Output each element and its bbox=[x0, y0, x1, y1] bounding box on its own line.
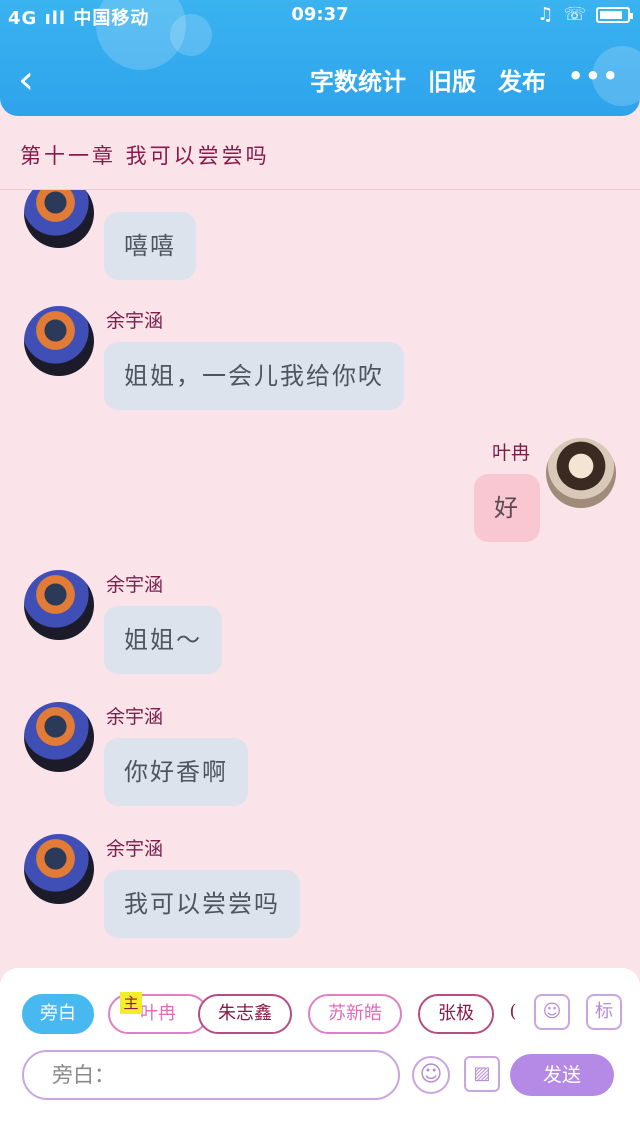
chapter-header: 第十一章 我可以尝尝吗 bbox=[0, 116, 640, 190]
emoji-icon[interactable]: ☺ bbox=[412, 1056, 450, 1094]
chapter-title[interactable]: 第十一章 我可以尝尝吗 bbox=[20, 140, 270, 170]
sender-name: 叶冉 bbox=[492, 442, 531, 464]
role-chip-zhang-ji[interactable]: 张极 bbox=[418, 994, 494, 1034]
back-icon[interactable]: ‹ bbox=[18, 60, 54, 100]
message: 嘻嘻 bbox=[0, 190, 640, 290]
avatar[interactable] bbox=[24, 702, 94, 772]
status-bar: 4G ıll 中国移动 09:37 ♫ ☏ bbox=[0, 0, 640, 32]
sender-name: 余宇涵 bbox=[106, 310, 164, 332]
status-icons: ♫ ☏ bbox=[537, 4, 633, 25]
message: 余宇涵 你好香啊 bbox=[0, 696, 640, 816]
old-version-button[interactable]: 旧版 bbox=[428, 62, 476, 97]
message: 叶冉 好 bbox=[0, 432, 640, 552]
role-selector: 旁白 叶冉 主 朱志鑫 苏新皓 张极 ( ☺ 标 bbox=[22, 992, 622, 1036]
nav-bar: ‹ 字数统计 旧版 发布 ••• bbox=[0, 52, 640, 108]
word-count-button[interactable]: 字数统计 bbox=[310, 62, 406, 97]
role-chip-overflow[interactable]: ( bbox=[508, 994, 518, 1034]
hd-call-icon: ☏ bbox=[563, 4, 586, 25]
avatar[interactable] bbox=[24, 834, 94, 904]
image-icon[interactable]: ▨ bbox=[464, 1056, 500, 1092]
more-icon[interactable]: ••• bbox=[568, 62, 620, 97]
person-icon[interactable]: ☺ bbox=[534, 994, 570, 1030]
publish-button[interactable]: 发布 bbox=[498, 62, 546, 97]
message: 余宇涵 姐姐～ bbox=[0, 564, 640, 684]
message-bubble[interactable]: 姐姐，一会儿我给你吹 bbox=[104, 342, 404, 410]
message: 余宇涵 姐姐，一会儿我给你吹 bbox=[0, 300, 640, 420]
message-bubble[interactable]: 嘻嘻 bbox=[104, 212, 196, 280]
composer-panel: 旁白 叶冉 主 朱志鑫 苏新皓 张极 ( ☺ 标 旁白： ☺ ▨ 发送 bbox=[0, 968, 640, 1138]
message-bubble[interactable]: 好 bbox=[474, 474, 540, 542]
role-chip-zhu-zhixin[interactable]: 朱志鑫 bbox=[198, 994, 292, 1034]
top-bar: 4G ıll 中国移动 09:37 ♫ ☏ ‹ 字数统计 旧版 发布 ••• bbox=[0, 0, 640, 116]
message-bubble[interactable]: 姐姐～ bbox=[104, 606, 222, 674]
mark-icon[interactable]: 标 bbox=[586, 994, 622, 1030]
avatar[interactable] bbox=[24, 190, 94, 248]
message-input[interactable]: 旁白： bbox=[22, 1050, 400, 1100]
header-actions: 字数统计 旧版 发布 ••• bbox=[310, 62, 620, 97]
avatar[interactable] bbox=[24, 570, 94, 640]
sender-name: 余宇涵 bbox=[106, 838, 164, 860]
sender-name: 余宇涵 bbox=[106, 574, 164, 596]
sender-name: 余宇涵 bbox=[106, 706, 164, 728]
send-button[interactable]: 发送 bbox=[510, 1054, 614, 1096]
message-bubble[interactable]: 我可以尝尝吗 bbox=[104, 870, 300, 938]
role-chip-su-xinhao[interactable]: 苏新皓 bbox=[308, 994, 402, 1034]
avatar[interactable] bbox=[546, 438, 616, 508]
battery-icon bbox=[596, 6, 633, 23]
role-chip-narrator[interactable]: 旁白 bbox=[22, 994, 94, 1034]
message: 余宇涵 我可以尝尝吗 bbox=[0, 828, 640, 948]
chat-area[interactable]: 嘻嘻 余宇涵 姐姐，一会儿我给你吹 叶冉 好 余宇涵 姐姐～ 余宇涵 你好香啊 … bbox=[0, 190, 640, 968]
mute-bell-icon: ♫ bbox=[537, 4, 554, 25]
message-bubble[interactable]: 你好香啊 bbox=[104, 738, 248, 806]
avatar[interactable] bbox=[24, 306, 94, 376]
main-role-badge: 主 bbox=[120, 992, 142, 1014]
